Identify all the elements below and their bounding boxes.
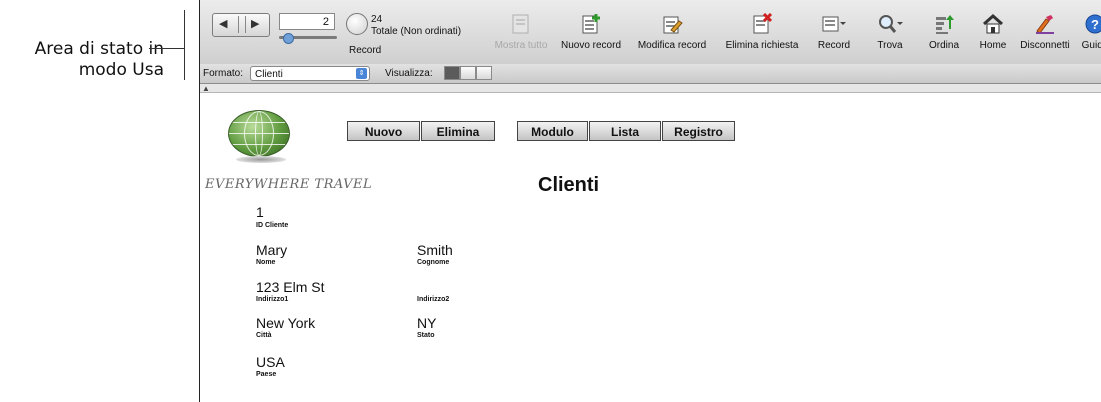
callout-bracket bbox=[184, 10, 185, 80]
layout-select[interactable]: Clienti ⇕ bbox=[250, 66, 370, 81]
delete-request-button[interactable]: Elimina richiesta bbox=[717, 13, 807, 52]
form-view-button[interactable]: Modulo bbox=[517, 121, 588, 141]
format-label: Formato: bbox=[203, 68, 244, 79]
callout-line-2: modo Usa bbox=[78, 60, 164, 80]
callout-connector bbox=[149, 48, 184, 49]
customer-id-label: ID Cliente bbox=[256, 222, 289, 229]
find-button[interactable]: Trova bbox=[868, 13, 912, 52]
customer-id-value[interactable]: 1 bbox=[256, 204, 264, 220]
view-table-button[interactable] bbox=[476, 66, 492, 80]
show-all-button[interactable]: Mostra tutto bbox=[491, 13, 551, 52]
table-view-button[interactable]: Registro bbox=[662, 121, 735, 141]
country-label: Paese bbox=[256, 371, 277, 378]
ruler-strip bbox=[200, 84, 1101, 93]
record-label: Record bbox=[349, 45, 382, 56]
home-label: Home bbox=[979, 40, 1007, 51]
new-record-label: Nuovo record bbox=[560, 40, 622, 51]
address1-label: Indirizzo1 bbox=[256, 296, 289, 303]
next-record-icon[interactable]: ▶ bbox=[251, 17, 259, 30]
records-menu-button[interactable]: Record bbox=[812, 13, 856, 52]
new-record-icon bbox=[582, 14, 600, 34]
book-spine bbox=[238, 16, 246, 33]
record-total: 24 Totale (Non ordinati) bbox=[371, 14, 461, 38]
select-arrows-icon: ⇕ bbox=[356, 68, 367, 79]
address2-label: Indirizzo2 bbox=[417, 296, 450, 303]
record-slider-knob[interactable] bbox=[283, 33, 294, 44]
record-book[interactable]: ◀ ▶ bbox=[212, 13, 270, 37]
city-label: Città bbox=[256, 332, 272, 339]
view-label: Visualizza: bbox=[385, 68, 433, 79]
disconnect-label: Disconnetti bbox=[1020, 40, 1070, 51]
sort-label: Ordina bbox=[928, 40, 959, 51]
state-label: Stato bbox=[417, 332, 435, 339]
record-count-pie-icon bbox=[346, 13, 368, 35]
sort-icon bbox=[936, 15, 954, 34]
help-label: Guida bbox=[1081, 40, 1101, 51]
show-all-icon bbox=[512, 14, 529, 34]
disconnect-button[interactable]: Disconnetti bbox=[1015, 13, 1075, 52]
country-value[interactable]: USA bbox=[256, 354, 285, 370]
prev-record-icon[interactable]: ◀ bbox=[219, 17, 227, 30]
home-button[interactable]: Home bbox=[975, 13, 1011, 52]
edit-record-button[interactable]: Modifica record bbox=[631, 13, 713, 52]
city-value[interactable]: New York bbox=[256, 315, 315, 331]
page-title: Clienti bbox=[538, 174, 600, 196]
layout-select-value: Clienti bbox=[255, 69, 283, 80]
records-menu-icon bbox=[822, 16, 846, 32]
edit-record-icon bbox=[663, 16, 683, 34]
delete-request-label: Elimina richiesta bbox=[725, 40, 799, 51]
find-icon bbox=[879, 15, 903, 33]
help-button[interactable]: ? Guida bbox=[1077, 13, 1101, 52]
delete-button[interactable]: Elimina bbox=[421, 121, 495, 141]
sort-button[interactable]: Ordina bbox=[924, 13, 964, 52]
globe-shadow bbox=[236, 156, 286, 163]
records-menu-label: Record bbox=[817, 40, 851, 51]
find-label: Trova bbox=[877, 40, 903, 51]
address1-value[interactable]: 123 Elm St bbox=[256, 279, 324, 295]
help-icon: ? bbox=[1085, 14, 1101, 34]
total-count: 24 bbox=[371, 14, 383, 25]
list-view-button[interactable]: Lista bbox=[589, 121, 661, 141]
first-name-value[interactable]: Mary bbox=[256, 242, 287, 258]
svg-text:?: ? bbox=[1091, 17, 1099, 32]
state-value[interactable]: NY bbox=[417, 315, 436, 331]
first-name-label: Nome bbox=[256, 259, 276, 266]
current-record-field[interactable]: 2 bbox=[279, 13, 335, 30]
callout-line-1: Area di stato in bbox=[34, 39, 164, 59]
globe-logo bbox=[228, 110, 290, 157]
collapse-triangle-icon[interactable]: ▲ bbox=[202, 84, 210, 93]
last-name-value[interactable]: Smith bbox=[417, 242, 453, 258]
callout-text: Area di stato in modo Usa bbox=[35, 39, 164, 81]
delete-request-icon bbox=[753, 13, 773, 34]
new-record-button[interactable]: Nuovo record bbox=[556, 13, 626, 52]
view-list-button[interactable] bbox=[460, 66, 476, 80]
last-name-label: Cognome bbox=[417, 259, 450, 266]
disconnect-icon bbox=[1036, 15, 1054, 34]
show-all-label: Mostra tutto bbox=[494, 40, 548, 51]
edit-record-label: Modifica record bbox=[637, 40, 707, 51]
home-icon bbox=[983, 13, 1003, 34]
new-button[interactable]: Nuovo bbox=[347, 121, 420, 141]
brand-name: EVERYWHERE TRAVEL bbox=[205, 177, 373, 192]
total-label: Totale (Non ordinati) bbox=[371, 26, 462, 37]
view-form-button[interactable] bbox=[444, 66, 460, 80]
